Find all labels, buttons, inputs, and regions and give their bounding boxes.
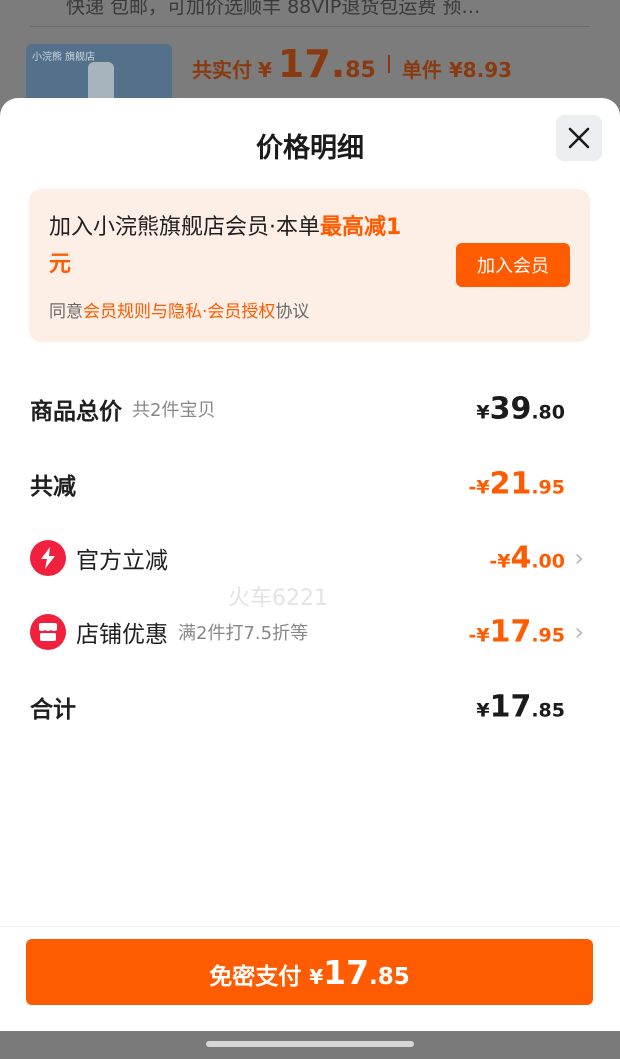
total-discount-dec: .95 xyxy=(531,476,565,499)
lightning-icon xyxy=(30,540,66,576)
goods-total-amount: ¥ 39 .80 xyxy=(476,392,565,427)
goods-total-label: 商品总价 xyxy=(30,399,122,425)
store-discount-rule: 满2件打7.5折等 xyxy=(178,623,309,644)
goods-total-dec: .80 xyxy=(531,401,565,424)
total-discount-label: 共减 xyxy=(30,474,76,500)
membership-agreement: 同意会员规则与隐私·会员授权协议 xyxy=(49,297,309,322)
sum-dec: .85 xyxy=(531,699,565,722)
background-price-label: 共实付 xyxy=(192,58,252,82)
agreement-link[interactable]: 会员规则与隐私·会员授权 xyxy=(83,302,275,322)
background-shipping-text: 快递 包邮，可加价选顺丰 88VIP退货包运费 预… xyxy=(66,0,481,18)
background-page: 快递 包邮，可加价选顺丰 88VIP退货包运费 预… 小浣熊 旗舰店 共实付 ¥… xyxy=(0,0,620,110)
price-detail-sheet: 价格明细 加入小浣熊旗舰店会员·本单最高减1元 同意会员规则与隐私·会员授权协议… xyxy=(0,98,620,1031)
store-discount-currency: -¥ xyxy=(468,624,490,647)
sum-amount: ¥ 17 .85 xyxy=(476,690,565,725)
store-discount-label: 店铺优惠 xyxy=(76,622,168,648)
official-discount-int: 4 xyxy=(510,540,532,576)
total-discount-currency: -¥ xyxy=(468,476,490,499)
official-discount-label: 官方立减 xyxy=(76,548,168,574)
goods-total-currency: ¥ xyxy=(476,401,490,424)
membership-banner: 加入小浣熊旗舰店会员·本单最高减1元 同意会员规则与隐私·会员授权协议 加入会员 xyxy=(29,189,590,342)
store-discount-amount: -¥ 17 .95 xyxy=(468,615,565,650)
background-unit-price: 单件 ¥8.93 xyxy=(401,58,513,82)
agreement-suffix: 协议 xyxy=(275,302,310,322)
lightning-glyph xyxy=(41,547,55,569)
official-discount-currency: -¥ xyxy=(489,550,511,573)
official-discount-amount: -¥ 4 .00 xyxy=(489,541,565,576)
password-free-pay-button[interactable]: 免密支付 ¥ 17 .85 xyxy=(26,939,593,1005)
sum-label-group: 合计 xyxy=(30,690,76,724)
background-divider xyxy=(30,26,590,27)
sum-int: 17 xyxy=(489,689,532,725)
thumbnail-store-label: 小浣熊 旗舰店 xyxy=(32,52,96,63)
membership-promo-main: 加入小浣熊旗舰店会员·本单 xyxy=(49,215,320,240)
row-total-discount: 共减 -¥ 21 .95 xyxy=(30,459,590,509)
total-discount-amount: -¥ 21 .95 xyxy=(468,467,565,502)
chevron-right-icon: › xyxy=(574,618,584,646)
row-sum: 合计 ¥ 17 .85 xyxy=(30,682,590,732)
background-price-dec: 85 xyxy=(345,58,376,83)
official-discount-dec: .00 xyxy=(531,550,565,573)
join-membership-button[interactable]: 加入会员 xyxy=(456,243,570,287)
official-discount-label-group: 官方立减 xyxy=(30,540,168,576)
membership-promo-text: 加入小浣熊旗舰店会员·本单最高减1元 xyxy=(49,209,419,283)
goods-total-label-group: 商品总价 共2件宝贝 xyxy=(30,392,215,426)
total-discount-int: 21 xyxy=(489,466,532,502)
close-icon xyxy=(568,127,590,149)
row-official-discount[interactable]: 官方立减 -¥ 4 .00 › xyxy=(30,533,590,583)
row-goods-total: 商品总价 共2件宝贝 ¥ 39 .80 xyxy=(30,384,590,434)
pay-button-int: 17 xyxy=(323,953,370,992)
store-discount-label-group: 店铺优惠 满2件打7.5折等 xyxy=(30,614,308,650)
goods-total-int: 39 xyxy=(489,391,532,427)
home-indicator[interactable] xyxy=(206,1041,414,1047)
row-store-discount[interactable]: 店铺优惠 满2件打7.5折等 -¥ 17 .95 › xyxy=(30,607,590,657)
store-glyph xyxy=(39,623,57,641)
chevron-right-icon: › xyxy=(574,544,584,572)
goods-count: 共2件宝贝 xyxy=(132,400,216,421)
sum-currency: ¥ xyxy=(476,699,490,722)
store-icon xyxy=(30,614,66,650)
background-price-currency: ¥ xyxy=(258,58,272,82)
pay-button-dec: .85 xyxy=(369,964,410,990)
background-price: 共实付 ¥ 17. 85 单件 ¥8.93 xyxy=(192,42,512,86)
sum-label: 合计 xyxy=(30,697,76,723)
sheet-title: 价格明细 xyxy=(256,133,364,164)
store-discount-dec: .95 xyxy=(531,624,565,647)
agreement-prefix: 同意 xyxy=(49,302,83,322)
background-price-int: 17. xyxy=(277,42,346,86)
close-button[interactable] xyxy=(556,115,602,161)
pay-button-currency: ¥ xyxy=(309,965,324,989)
footer-divider xyxy=(0,926,620,927)
background-price-divider xyxy=(387,55,390,73)
store-discount-int: 17 xyxy=(489,614,532,650)
total-discount-label-group: 共减 xyxy=(30,467,76,501)
pay-button-label: 免密支付 xyxy=(209,964,302,990)
